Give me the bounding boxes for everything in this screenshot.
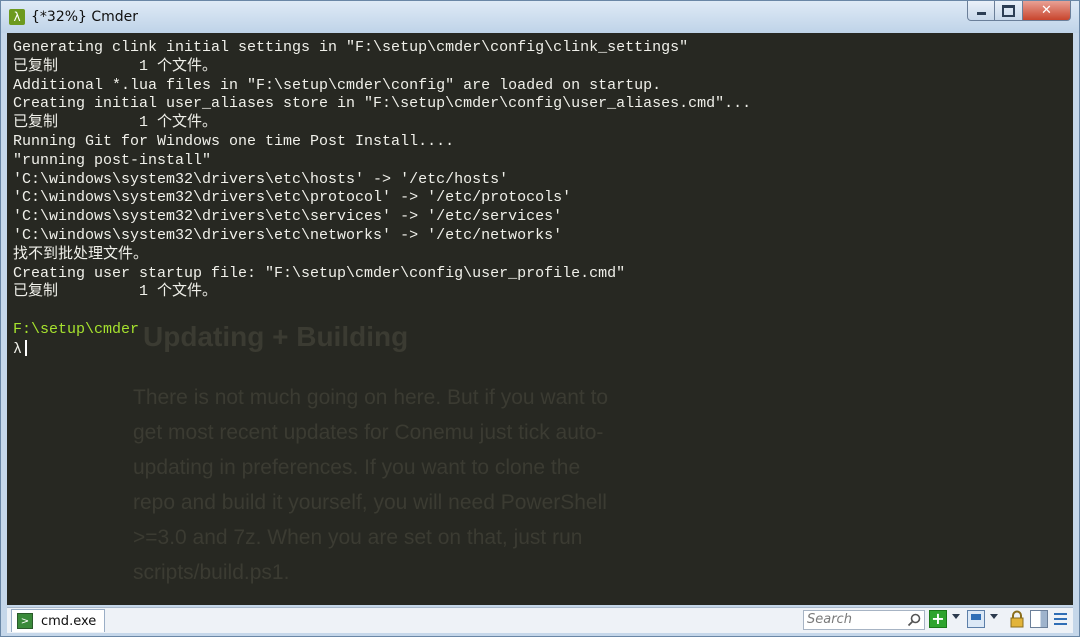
console-list-dropdown-icon[interactable] <box>990 614 998 619</box>
text-cursor <box>25 339 28 356</box>
lock-icon[interactable] <box>1008 610 1026 628</box>
title-bar[interactable]: λ {*32%} Cmder ✕ <box>1 1 1079 33</box>
window-controls: ✕ <box>967 1 1071 23</box>
console-output: Generating clink initial settings in "F:… <box>13 39 751 359</box>
console-line: 'C:\windows\system32\drivers\etc\protoco… <box>13 189 572 207</box>
scrollbar-toggle-icon[interactable] <box>1030 610 1048 628</box>
prompt-symbol: λ <box>13 340 23 358</box>
console-line: Creating user startup file: "F:\setup\cm… <box>13 264 626 282</box>
bg-para-line: There is not much going on here. But if … <box>133 386 609 409</box>
console-line: 已复制 1 个文件。 <box>13 57 218 75</box>
cmder-window: λ {*32%} Cmder ✕ Updating + Building The… <box>0 0 1080 637</box>
window-title: {*32%} Cmder <box>31 9 139 25</box>
status-bar: > cmd.exe Search + <box>7 607 1073 633</box>
tab-cmd[interactable]: > cmd.exe <box>11 609 105 632</box>
cmd-tab-icon: > <box>17 613 33 629</box>
console-line: "running post-install" <box>13 151 212 169</box>
bg-para-line: updating in preferences. If you want to … <box>133 456 581 479</box>
search-icon[interactable] <box>907 613 921 627</box>
maximize-button[interactable] <box>995 1 1023 21</box>
close-icon: ✕ <box>1041 3 1052 18</box>
console-line: 已复制 1 个文件。 <box>13 283 218 301</box>
console-line: Generating clink initial settings in "F:… <box>13 39 689 56</box>
bg-para-line: >=3.0 and 7z. When you are set on that, … <box>133 526 583 549</box>
maximize-icon <box>1002 4 1015 17</box>
minimize-button[interactable] <box>967 1 995 21</box>
prompt-line[interactable]: λ <box>13 339 751 359</box>
console-line: 'C:\windows\system32\drivers\etc\network… <box>13 226 563 244</box>
console-list-icon[interactable] <box>967 610 985 628</box>
search-input[interactable]: Search <box>803 610 925 630</box>
menu-icon[interactable] <box>1052 610 1070 628</box>
close-button[interactable]: ✕ <box>1023 1 1071 21</box>
console-line: Additional *.lua files in "F:\setup\cmde… <box>13 76 662 94</box>
bg-para-line: get most recent updates for Conemu just … <box>133 421 604 444</box>
bg-para-line: repo and build it yourself, you will nee… <box>133 491 607 514</box>
console-line: 找不到批处理文件。 <box>13 245 149 263</box>
new-console-dropdown-icon[interactable] <box>952 614 960 619</box>
tab-label: cmd.exe <box>41 613 97 629</box>
console-line: 'C:\windows\system32\drivers\etc\service… <box>13 208 563 226</box>
console-line: 'C:\windows\system32\drivers\etc\hosts' … <box>13 170 509 188</box>
minimize-icon <box>976 12 986 15</box>
prompt-path: F:\setup\cmder <box>13 320 140 338</box>
cmder-app-icon[interactable]: λ <box>9 9 25 25</box>
new-console-icon[interactable]: + <box>929 610 947 628</box>
console-line: Creating initial user_aliases store in "… <box>13 95 752 113</box>
console-line: Running Git for Windows one time Post In… <box>13 132 455 150</box>
console-line: 已复制 1 个文件。 <box>13 114 218 132</box>
console-area[interactable]: Updating + Building There is not much go… <box>7 33 1073 605</box>
bg-para-line: scripts/build.ps1. <box>133 561 290 584</box>
search-placeholder: Search <box>807 612 852 627</box>
